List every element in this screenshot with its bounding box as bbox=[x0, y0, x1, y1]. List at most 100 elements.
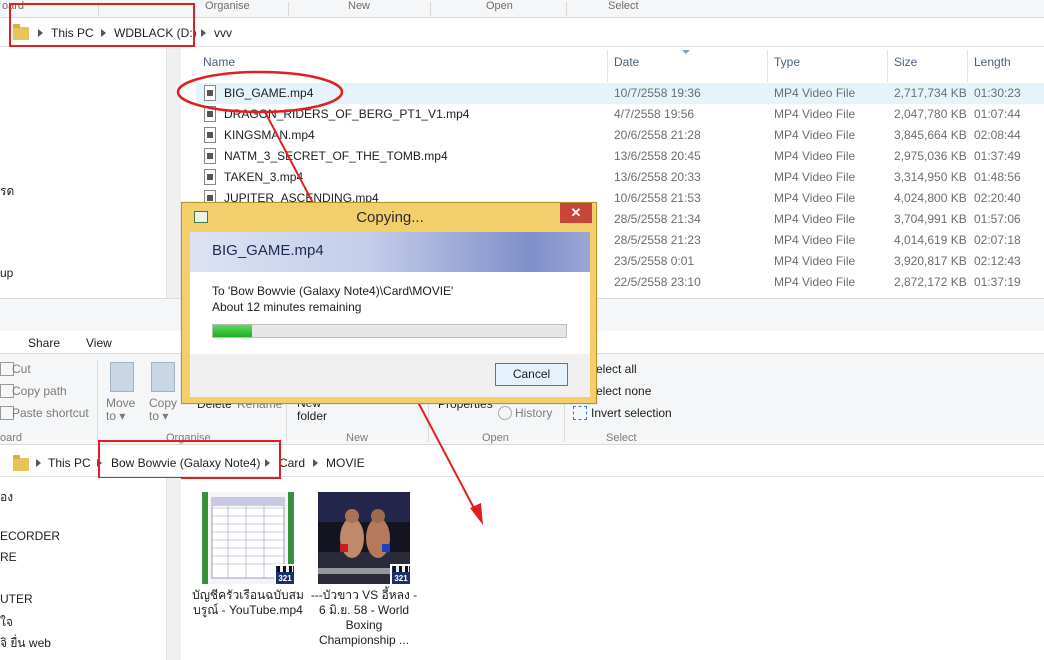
screen: oard Organise New Open Select This PC WD… bbox=[0, 0, 1044, 660]
file-length: 01:37:19 bbox=[974, 275, 1021, 289]
thumbnail-label[interactable]: ---บัวขาว VS อี้หลง - 6 มิ.ย. 58 - World… bbox=[308, 588, 420, 648]
folder-icon bbox=[13, 455, 29, 471]
file-size: 2,975,036 KB bbox=[894, 149, 967, 163]
media-player-badge-icon: 321 bbox=[274, 564, 296, 586]
nav-scrollbar[interactable] bbox=[166, 478, 181, 660]
file-row[interactable]: BIG_GAME.mp4 10/7/2558 19:36 MP4 Video Fil… bbox=[196, 83, 1044, 104]
red-highlight-box-source-path bbox=[9, 3, 195, 47]
copy-dialog: Copying... ✕ BIG_GAME.mp4 To 'Bow Bowvie… bbox=[181, 202, 597, 404]
nav-item[interactable]: ใจ bbox=[0, 613, 13, 632]
copy-dialog-title: Copying... bbox=[356, 209, 424, 226]
copy-dialog-footer: Cancel bbox=[190, 354, 590, 397]
file-row[interactable]: DRAGON_RIDERS_OF_BERG_PT1_V1.mp4 4/7/2558… bbox=[196, 104, 1044, 125]
media-player-badge-icon: 321 bbox=[390, 564, 412, 586]
ribbon-group-label-select: Select bbox=[606, 432, 637, 444]
ribbon-group-label-open: Open bbox=[482, 432, 509, 444]
file-length: 01:48:56 bbox=[974, 170, 1021, 184]
file-length: 01:07:44 bbox=[974, 107, 1021, 121]
select-all-button[interactable]: elect all bbox=[596, 362, 637, 376]
file-row[interactable]: NATM_3_SECRET_OF_THE_TOMB.mp4 13/6/2558 2… bbox=[196, 146, 1044, 167]
move-to-icon bbox=[110, 362, 134, 392]
file-date: 10/7/2558 19:36 bbox=[614, 86, 701, 100]
tab-view[interactable]: View bbox=[86, 336, 112, 350]
file-type: MP4 Video File bbox=[774, 128, 856, 142]
file-type: MP4 Video File bbox=[774, 149, 856, 163]
file-type: MP4 Video File bbox=[774, 212, 856, 226]
column-header-type[interactable]: Type bbox=[774, 55, 800, 83]
file-size: 3,704,991 KB bbox=[894, 212, 967, 226]
cancel-button[interactable]: Cancel bbox=[495, 363, 568, 386]
file-name: KINGSMAN.mp4 bbox=[224, 128, 315, 142]
column-header-date[interactable]: Date bbox=[614, 55, 639, 83]
invert-selection-button[interactable]: Invert selection bbox=[591, 406, 672, 420]
ribbon-group-organise: Organise bbox=[205, 0, 250, 12]
history-icon bbox=[498, 406, 512, 420]
file-date: 13/6/2558 20:33 bbox=[614, 170, 701, 184]
video-file-icon bbox=[204, 106, 216, 122]
breadcrumb-this-pc[interactable]: This PC bbox=[48, 456, 91, 470]
top-navigation-pane[interactable]: รด up bbox=[0, 48, 166, 298]
copy-progress-fill bbox=[213, 325, 252, 337]
bottom-navigation-pane[interactable]: อง ECORDER RE UTER ใจ จิ ยื่น web bbox=[0, 478, 166, 660]
ribbon-group-open: Open bbox=[486, 0, 513, 12]
video-thumbnail-boxing[interactable]: 321 bbox=[318, 492, 412, 586]
paste-shortcut-button[interactable]: Paste shortcut bbox=[12, 406, 89, 420]
file-type: MP4 Video File bbox=[774, 233, 856, 247]
ribbon-group-select: Select bbox=[608, 0, 639, 12]
nav-item[interactable]: อง bbox=[0, 488, 13, 507]
file-date: 28/5/2558 21:34 bbox=[614, 212, 701, 226]
file-length: 01:37:49 bbox=[974, 149, 1021, 163]
file-length: 02:08:44 bbox=[974, 128, 1021, 142]
file-length: 02:20:40 bbox=[974, 191, 1021, 205]
video-file-icon bbox=[204, 85, 216, 101]
thumbnail-label[interactable]: บัญชีครัวเรือนฉบับสมบรูณ์ - YouTube.mp4 bbox=[192, 588, 304, 618]
tab-share[interactable]: Share bbox=[28, 336, 60, 350]
file-type: MP4 Video File bbox=[774, 275, 856, 289]
ribbon-group-label-new: New bbox=[346, 432, 369, 444]
copy-progress-bar bbox=[212, 324, 567, 338]
nav-item[interactable]: จิ ยื่น web bbox=[0, 634, 51, 653]
file-date: 22/5/2558 23:10 bbox=[614, 275, 701, 289]
breadcrumb-card[interactable]: Card bbox=[279, 456, 305, 470]
file-row[interactable]: KINGSMAN.mp4 20/6/2558 21:28 MP4 Video Fil… bbox=[196, 125, 1044, 146]
nav-item[interactable]: RE bbox=[0, 550, 17, 564]
file-date: 23/5/2558 0:01 bbox=[614, 254, 695, 268]
copy-destination: To 'Bow Bowvie (Galaxy Note4)\Card\MOVIE… bbox=[212, 284, 454, 298]
file-type: MP4 Video File bbox=[774, 107, 856, 121]
file-date: 28/5/2558 21:23 bbox=[614, 233, 701, 247]
copy-path-button[interactable]: Copy path bbox=[12, 384, 67, 398]
close-button[interactable]: ✕ bbox=[560, 203, 592, 223]
nav-item[interactable]: up bbox=[0, 266, 13, 280]
copy-dialog-banner: BIG_GAME.mp4 bbox=[190, 232, 590, 272]
file-type: MP4 Video File bbox=[774, 86, 856, 100]
chevron-right-icon bbox=[201, 29, 206, 37]
column-header-length[interactable]: Length bbox=[974, 55, 1011, 83]
breadcrumb-vvv[interactable]: vvv bbox=[214, 26, 232, 40]
red-arrowhead bbox=[470, 503, 483, 525]
file-length: 01:30:23 bbox=[974, 86, 1021, 100]
history-button[interactable]: History bbox=[515, 406, 552, 420]
select-none-button[interactable]: elect none bbox=[596, 384, 651, 398]
video-thumbnail-spreadsheet[interactable]: 321 bbox=[202, 492, 296, 586]
file-type: MP4 Video File bbox=[774, 191, 856, 205]
nav-item[interactable]: UTER bbox=[0, 592, 33, 606]
nav-item[interactable]: รด bbox=[0, 182, 14, 201]
file-size: 3,845,664 KB bbox=[894, 128, 967, 142]
cut-button[interactable]: Cut bbox=[12, 362, 31, 376]
video-file-icon bbox=[204, 148, 216, 164]
column-header-name[interactable]: Name bbox=[203, 55, 235, 83]
move-to-button[interactable]: Move to ▾ bbox=[106, 397, 135, 423]
file-date: 4/7/2558 19:56 bbox=[614, 107, 695, 121]
red-highlight-box-destination-path bbox=[98, 440, 281, 479]
file-row[interactable]: TAKEN_3.mp4 13/6/2558 20:33 MP4 Video File… bbox=[196, 167, 1044, 188]
file-size: 4,024,800 KB bbox=[894, 191, 967, 205]
nav-scrollbar[interactable] bbox=[166, 48, 181, 298]
nav-item[interactable]: ECORDER bbox=[0, 529, 60, 543]
column-header-size[interactable]: Size bbox=[894, 55, 917, 83]
file-name: BIG_GAME.mp4 bbox=[224, 86, 314, 100]
file-name: DRAGON_RIDERS_OF_BERG_PT1_V1.mp4 bbox=[224, 107, 470, 121]
copy-to-button[interactable]: Copy to ▾ bbox=[149, 397, 177, 423]
breadcrumb-movie[interactable]: MOVIE bbox=[326, 456, 365, 470]
file-length: 02:07:18 bbox=[974, 233, 1021, 247]
file-length: 01:57:06 bbox=[974, 212, 1021, 226]
